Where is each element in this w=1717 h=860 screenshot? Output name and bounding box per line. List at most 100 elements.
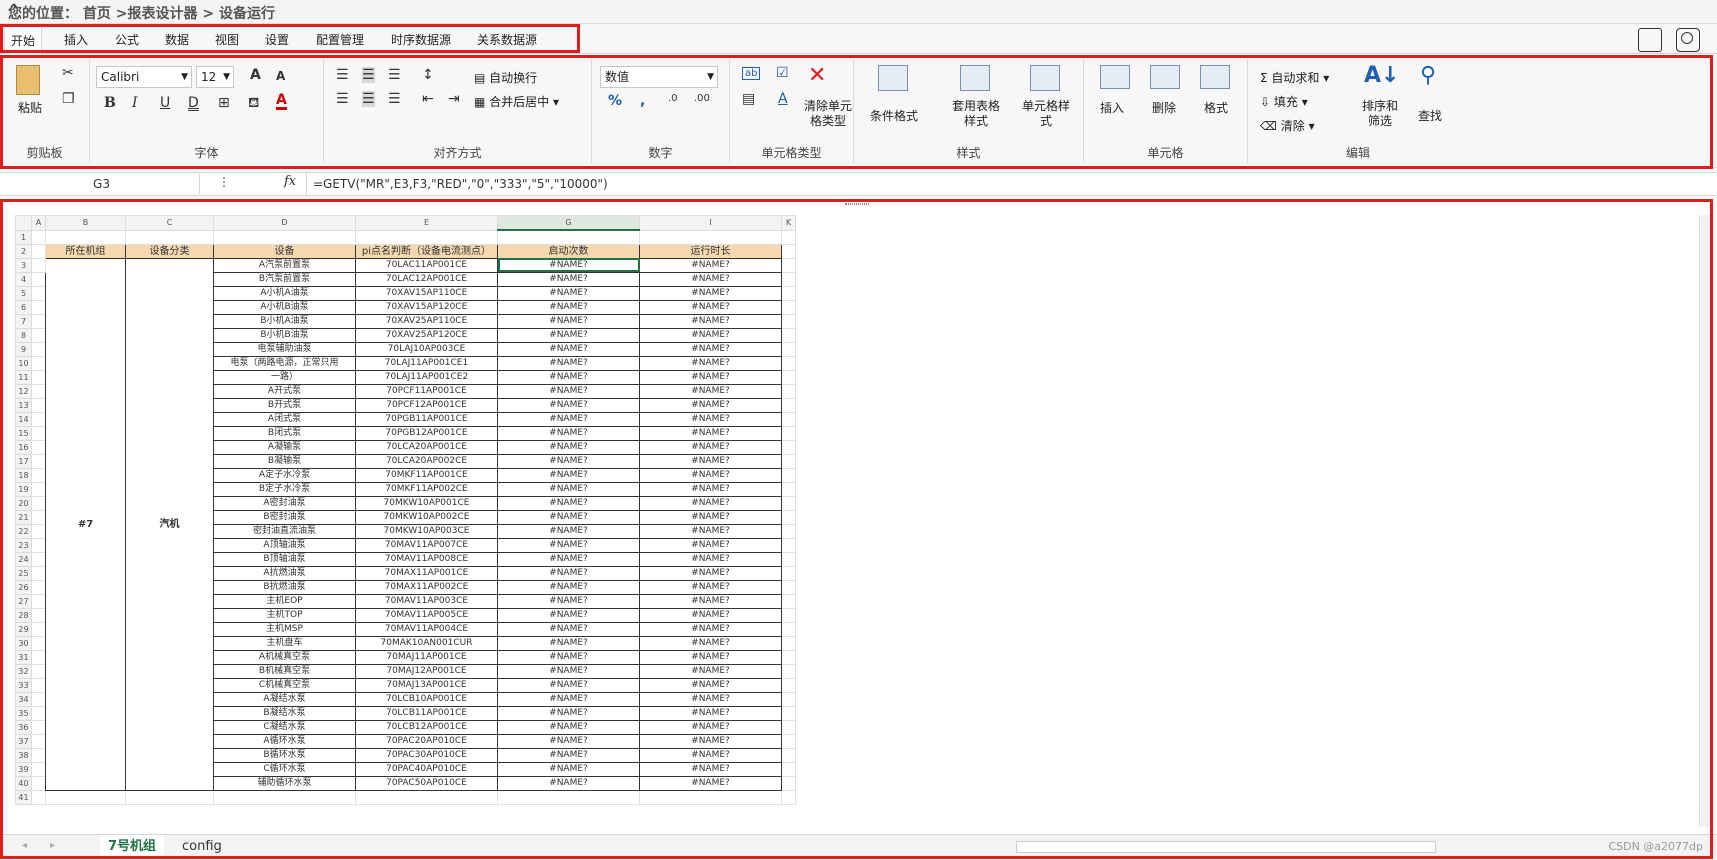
runtime-cell[interactable]: #NAME? <box>639 411 782 427</box>
row-number[interactable]: 25 <box>15 565 32 581</box>
cell[interactable] <box>31 425 46 441</box>
cell[interactable] <box>781 663 796 679</box>
cell[interactable] <box>781 355 796 371</box>
start-count-cell[interactable]: #NAME? <box>497 733 640 749</box>
cell[interactable] <box>781 523 796 539</box>
cell[interactable] <box>31 789 46 805</box>
percent-icon[interactable]: % <box>608 93 622 109</box>
device-cell[interactable]: A机械真空泵 <box>213 649 356 665</box>
runtime-cell[interactable]: #NAME? <box>639 467 782 483</box>
start-count-cell[interactable]: #NAME? <box>497 495 640 511</box>
tag-cell[interactable]: 70LAC11AP001CE <box>355 257 498 273</box>
device-cell[interactable]: 主机盘车 <box>213 635 356 651</box>
tag-cell[interactable]: 70MKF11AP001CE <box>355 467 498 483</box>
start-count-cell[interactable]: #NAME? <box>497 705 640 721</box>
start-count-cell[interactable]: #NAME? <box>497 593 640 609</box>
device-cell[interactable]: B凝结水泵 <box>213 705 356 721</box>
sheet-tab-7[interactable]: 7号机组 <box>100 835 165 859</box>
cell[interactable] <box>781 341 796 357</box>
tag-cell[interactable]: 70LAJ10AP003CE <box>355 341 498 357</box>
cell[interactable] <box>31 677 46 693</box>
row-number[interactable]: 12 <box>15 383 32 399</box>
tag-cell[interactable]: 70PAC50AP010CE <box>355 775 498 791</box>
start-count-cell[interactable]: #NAME? <box>497 411 640 427</box>
device-cell[interactable]: A密封油泵 <box>213 495 356 511</box>
cell[interactable] <box>31 285 46 301</box>
font-name-select[interactable]: Calibri ▼ <box>96 66 192 88</box>
hyperlink-icon[interactable]: A <box>778 91 788 107</box>
cell[interactable] <box>31 621 46 637</box>
device-cell[interactable]: B循环水泵 <box>213 747 356 763</box>
device-cell[interactable]: C机械真空泵 <box>213 677 356 693</box>
start-count-cell[interactable]: #NAME? <box>497 607 640 623</box>
start-count-cell[interactable]: #NAME? <box>497 313 640 329</box>
cell[interactable] <box>781 285 796 301</box>
cell[interactable] <box>781 635 796 651</box>
border-icon[interactable]: ⊞ <box>218 95 230 111</box>
cell[interactable] <box>31 705 46 721</box>
start-count-cell[interactable]: #NAME? <box>497 467 640 483</box>
device-cell[interactable]: 密封油直流油泵 <box>213 523 356 539</box>
row-number[interactable]: 18 <box>15 467 32 483</box>
runtime-cell[interactable]: #NAME? <box>639 593 782 609</box>
row-number[interactable]: 37 <box>15 733 32 749</box>
row-number[interactable]: 28 <box>15 607 32 623</box>
paste-button[interactable]: 粘贴 <box>18 99 42 116</box>
col-header[interactable]: I <box>639 215 782 231</box>
cell[interactable] <box>781 565 796 581</box>
align-left-icon[interactable]: ☰ <box>336 91 349 107</box>
align-middle-icon[interactable]: ☰ <box>362 67 375 83</box>
cell[interactable] <box>781 761 796 777</box>
unit-cell[interactable]: #7 <box>45 257 126 791</box>
row-number[interactable]: 5 <box>15 285 32 301</box>
row-number[interactable]: 29 <box>15 621 32 637</box>
cell[interactable] <box>781 243 796 259</box>
decrease-decimal-icon[interactable]: .00 <box>694 93 710 104</box>
device-cell[interactable]: A小机A油泵 <box>213 285 356 301</box>
cell[interactable] <box>781 383 796 399</box>
start-count-cell[interactable]: #NAME? <box>497 299 640 315</box>
row-number[interactable]: 26 <box>15 579 32 595</box>
runtime-cell[interactable]: #NAME? <box>639 551 782 567</box>
insert-cells-button[interactable]: 插入 <box>1100 99 1124 116</box>
col-header[interactable]: B <box>45 215 126 231</box>
tag-cell[interactable]: 70MAV11AP005CE <box>355 607 498 623</box>
start-count-cell[interactable]: #NAME? <box>497 677 640 693</box>
start-count-cell[interactable]: #NAME? <box>497 369 640 385</box>
start-count-cell[interactable]: #NAME? <box>497 509 640 525</box>
runtime-cell[interactable]: #NAME? <box>639 691 782 707</box>
tag-cell[interactable]: 70MAJ11AP001CE <box>355 649 498 665</box>
runtime-cell[interactable]: #NAME? <box>639 425 782 441</box>
font-color-icon[interactable]: A <box>276 93 287 110</box>
row-number[interactable]: 2 <box>15 243 32 259</box>
tag-cell[interactable]: 70PCF12AP001CE <box>355 397 498 413</box>
runtime-cell[interactable]: #NAME? <box>639 537 782 553</box>
cell[interactable] <box>45 229 126 245</box>
sheet-tab-config[interactable]: config <box>174 835 230 859</box>
cell[interactable] <box>31 523 46 539</box>
device-cell[interactable]: B机械真空泵 <box>213 663 356 679</box>
cell[interactable] <box>781 397 796 413</box>
start-count-cell[interactable]: #NAME? <box>497 481 640 497</box>
runtime-cell[interactable]: #NAME? <box>639 635 782 651</box>
align-center-icon[interactable]: ☰ <box>362 91 375 107</box>
tag-cell[interactable]: 70PGB11AP001CE <box>355 411 498 427</box>
device-cell[interactable]: A定子水冷泵 <box>213 467 356 483</box>
cell[interactable] <box>781 537 796 553</box>
cell[interactable] <box>31 761 46 777</box>
underline-icon[interactable]: U <box>160 95 170 111</box>
runtime-cell[interactable]: #NAME? <box>639 257 782 273</box>
cell[interactable] <box>781 481 796 497</box>
col-header[interactable]: D <box>213 215 356 231</box>
runtime-cell[interactable]: #NAME? <box>639 663 782 679</box>
cell[interactable] <box>497 789 640 805</box>
start-count-cell[interactable]: #NAME? <box>497 397 640 413</box>
tag-cell[interactable]: 70MAJ13AP001CE <box>355 677 498 693</box>
cell[interactable] <box>31 635 46 651</box>
italic-icon[interactable]: I <box>132 95 138 111</box>
cell[interactable] <box>31 439 46 455</box>
row-number[interactable]: 40 <box>15 775 32 791</box>
cell[interactable] <box>213 789 356 805</box>
clear-celltype-icon[interactable]: ✕ <box>808 63 826 88</box>
start-count-cell[interactable]: #NAME? <box>497 537 640 553</box>
